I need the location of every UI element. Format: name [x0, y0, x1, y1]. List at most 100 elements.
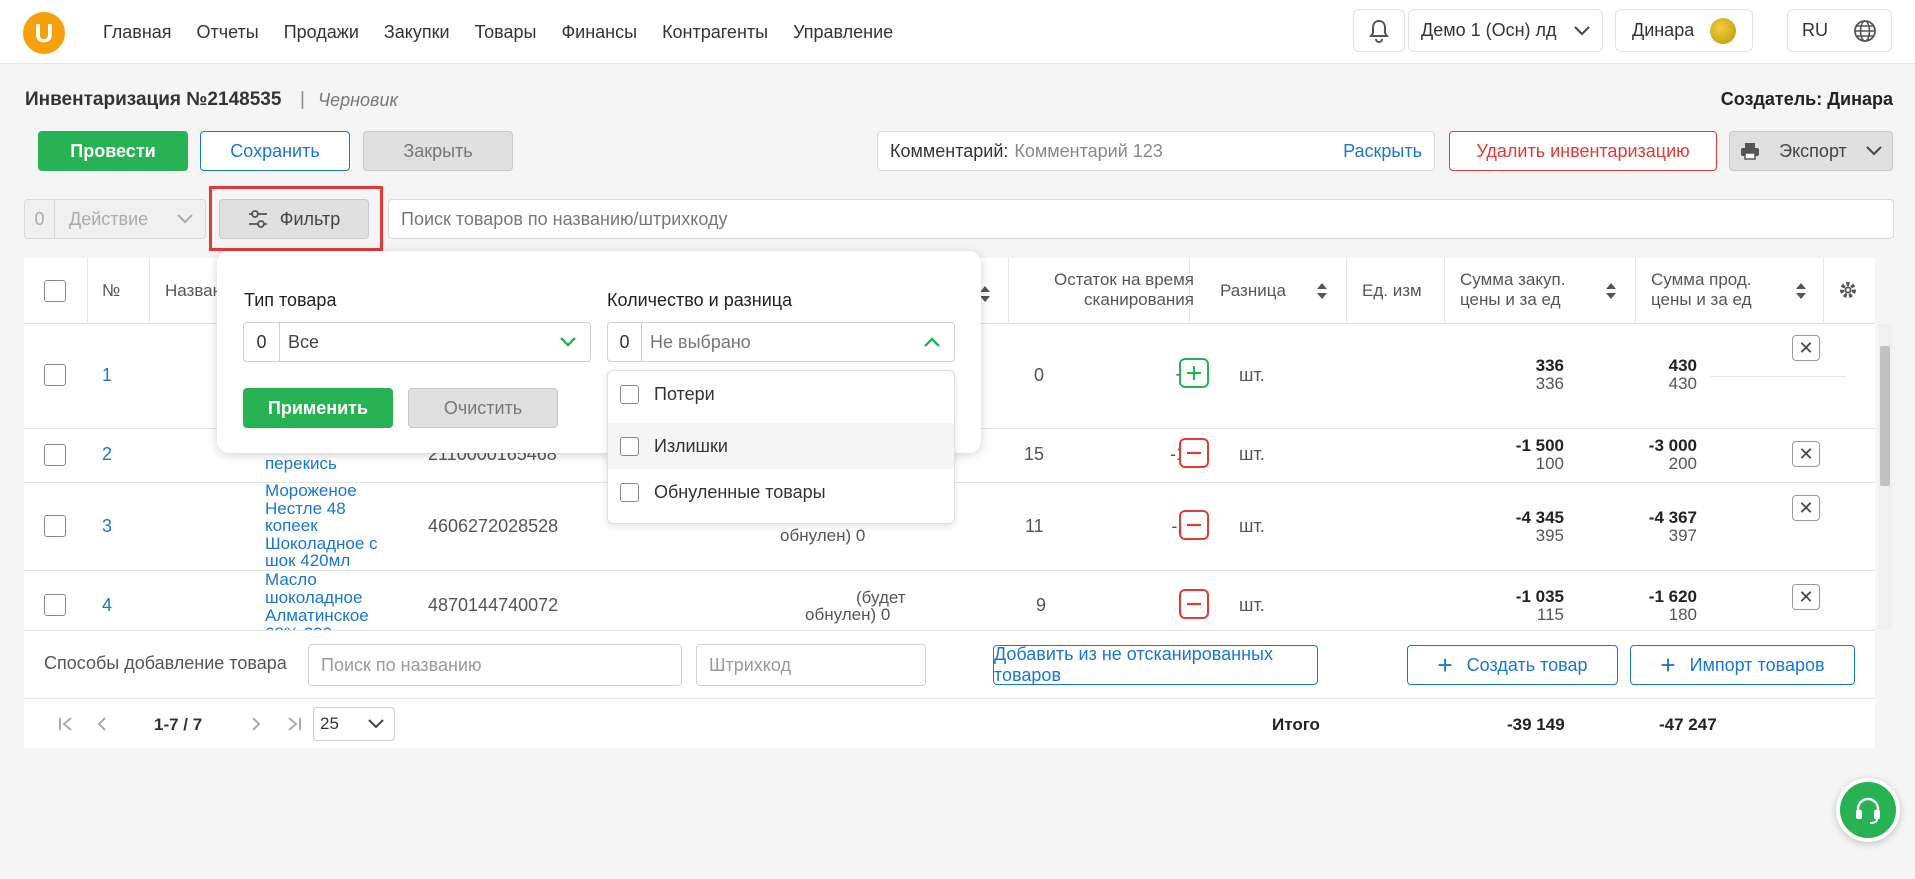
nav-item-purchases[interactable]: Закупки	[384, 22, 450, 43]
column-remain[interactable]: Остаток на время сканирования	[1004, 270, 1194, 310]
column-purchase-line1: Сумма закуп.	[1460, 270, 1566, 289]
minus-icon[interactable]	[1179, 510, 1209, 540]
option-losses[interactable]: Потери	[608, 371, 954, 417]
pagination-bar: 1-7 / 7 25 Итого -39 149 -47 247	[24, 698, 1875, 748]
row-number[interactable]: 4	[102, 595, 112, 616]
row-remain: 15	[1024, 444, 1045, 464]
row-number[interactable]: 1	[102, 365, 112, 386]
column-unit[interactable]: Ед. изм	[1362, 281, 1422, 301]
comment-field[interactable]: Комментарий: Комментарий 123 Раскрыть	[877, 131, 1435, 171]
remove-row-button[interactable]: ✕	[1792, 495, 1820, 521]
import-products-button[interactable]: + Импорт товаров	[1630, 645, 1855, 685]
minus-icon[interactable]	[1179, 438, 1209, 468]
user-menu[interactable]: Динара	[1615, 9, 1753, 52]
select-all-checkbox[interactable]	[44, 280, 66, 302]
sliders-icon	[248, 210, 267, 228]
row-checkbox[interactable]	[44, 444, 66, 466]
row-name[interactable]: Мороженое Нестле 48 копеек Шоколадное с …	[265, 482, 395, 570]
close-button[interactable]: Закрыть	[363, 131, 513, 171]
store-selector[interactable]: Демо 1 (Осн) лд	[1408, 9, 1603, 52]
row-remain: 9	[1036, 595, 1047, 615]
filter-button[interactable]: Фильтр	[219, 199, 369, 239]
column-num[interactable]: №	[102, 281, 120, 301]
column-purchase-line2: цены и за ед	[1460, 290, 1561, 309]
column-purchase-sum[interactable]: Сумма закуп. цены и за ед	[1460, 270, 1565, 310]
nav-item-sales[interactable]: Продажи	[284, 22, 359, 43]
clear-filter-button[interactable]: Очистить	[408, 388, 558, 428]
row-purchase-unit: 336	[1535, 374, 1564, 393]
action-dropdown[interactable]: 0 Действие	[24, 199, 206, 239]
row-number[interactable]: 3	[102, 516, 112, 537]
row-number[interactable]: 2	[102, 444, 112, 465]
scrollbar-thumb[interactable]	[1880, 346, 1890, 486]
remove-row-button[interactable]: ✕	[1792, 584, 1820, 610]
last-page-icon[interactable]	[286, 716, 302, 732]
prev-page-icon[interactable]	[96, 716, 108, 732]
option-checkbox[interactable]	[620, 384, 639, 404]
minus-icon[interactable]	[1179, 589, 1209, 619]
option-zeroed[interactable]: Обнуленные товары	[608, 469, 954, 515]
row-checkbox[interactable]	[44, 594, 66, 616]
nav-item-reports[interactable]: Отчеты	[197, 22, 259, 43]
add-unscanned-button[interactable]: Добавить из не отсканированных товаров	[993, 644, 1318, 685]
next-page-icon[interactable]	[250, 716, 262, 732]
bell-icon	[1369, 19, 1389, 43]
plus-icon: +	[1437, 650, 1453, 680]
remove-row-button[interactable]: ✕	[1792, 441, 1820, 467]
chevron-down-icon	[177, 214, 193, 224]
add-methods-label: Способы добавление товара	[44, 653, 287, 673]
page-size-select[interactable]: 25	[313, 707, 395, 741]
option-surplus[interactable]: Излишки	[608, 423, 954, 469]
expand-link[interactable]: Раскрыть	[1343, 141, 1422, 162]
sort-icon[interactable]	[1316, 282, 1328, 300]
search-by-name-input[interactable]: Поиск по названию	[308, 644, 682, 686]
product-type-select[interactable]: 0 Все	[243, 322, 591, 362]
first-page-icon[interactable]	[58, 716, 74, 732]
notifications-button[interactable]	[1353, 9, 1405, 52]
export-button[interactable]: Экспорт	[1729, 131, 1893, 171]
sort-icon[interactable]	[1795, 282, 1807, 300]
chevron-down-icon	[1866, 146, 1882, 156]
support-chat-button[interactable]	[1836, 778, 1900, 842]
page-size-value: 25	[320, 714, 339, 733]
nav-item-finance[interactable]: Финансы	[561, 22, 637, 43]
row-sale-total: -3 000	[1648, 436, 1697, 455]
row-checkbox[interactable]	[44, 364, 66, 386]
scrollbar[interactable]	[1878, 324, 1892, 630]
language-selector[interactable]: RU	[1787, 9, 1892, 52]
option-checkbox[interactable]	[620, 436, 639, 456]
row-name[interactable]: Масло шоколадное Алматинское 68% 200гр	[265, 571, 395, 630]
nav-item-management[interactable]: Управление	[793, 22, 893, 43]
conduct-button[interactable]: Провести	[38, 131, 188, 171]
row-barcode: 4606272028528	[428, 516, 559, 536]
save-button[interactable]: Сохранить	[200, 131, 350, 171]
product-search-input[interactable]: Поиск товаров по названию/штрихкоду	[388, 199, 1894, 239]
column-sale-sum[interactable]: Сумма прод. цены и за ед	[1651, 270, 1752, 310]
column-name[interactable]: Назван	[165, 281, 222, 301]
app-logo[interactable]: U	[23, 12, 65, 54]
sort-icon[interactable]	[1605, 282, 1617, 300]
barcode-input[interactable]: Штрихкод	[696, 644, 926, 686]
creator-label: Создатель: Динара	[1720, 89, 1893, 109]
delete-inventory-button[interactable]: Удалить инвентаризацию	[1449, 131, 1717, 171]
nav-item-products[interactable]: Товары	[475, 22, 537, 43]
column-diff[interactable]: Разница	[1220, 281, 1286, 301]
add-product-bar: Способы добавление товара Поиск по назва…	[24, 630, 1875, 698]
printer-icon	[1740, 143, 1759, 160]
qty-diff-select[interactable]: 0 Не выбрано	[607, 322, 955, 362]
selected-count: 0	[25, 200, 55, 238]
row-checkbox[interactable]	[44, 515, 66, 537]
remove-row-button[interactable]: ✕	[1792, 335, 1820, 361]
row-sale-total: 430	[1668, 356, 1697, 375]
create-product-button[interactable]: + Создать товар	[1407, 645, 1618, 685]
nav-item-contractors[interactable]: Контрагенты	[662, 22, 768, 43]
action-label: Действие	[69, 208, 149, 229]
chevron-down-icon	[368, 719, 384, 729]
nav-item-main[interactable]: Главная	[103, 22, 172, 43]
row-name[interactable]: перекись	[265, 454, 337, 474]
apply-filter-button[interactable]: Применить	[243, 388, 393, 428]
plus-icon[interactable]	[1179, 358, 1209, 388]
option-checkbox[interactable]	[620, 482, 639, 502]
gear-icon[interactable]	[1838, 280, 1858, 300]
option-label: Потери	[654, 383, 715, 404]
